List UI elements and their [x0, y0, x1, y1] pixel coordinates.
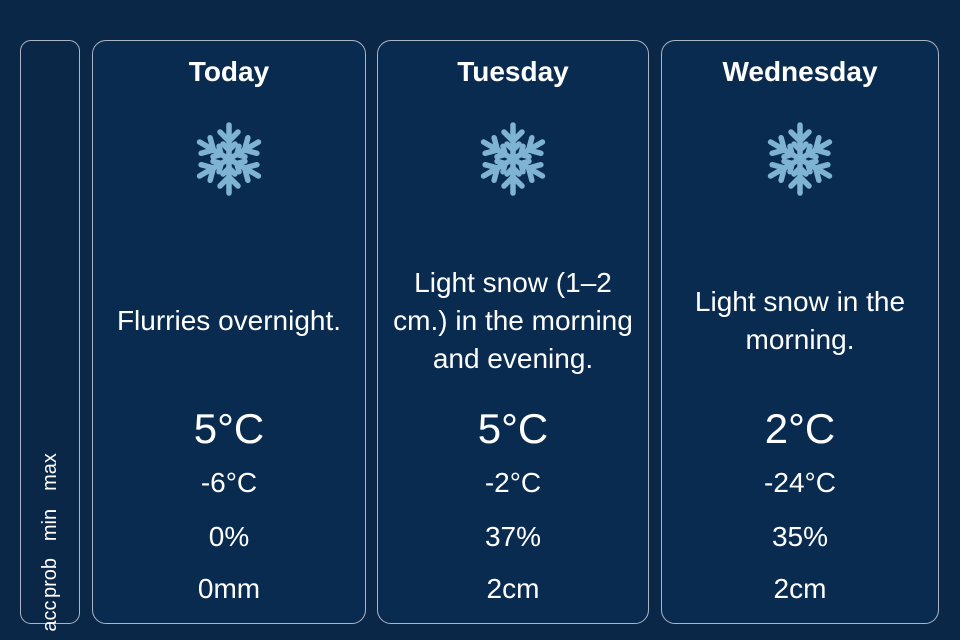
- day-card-tuesday: Tuesday Light snow (1–2 cm.) in the morn…: [377, 40, 649, 624]
- min-temperature: -2°C: [484, 467, 542, 498]
- max-temperature: 5°C: [193, 405, 265, 452]
- snowflake-icon: [189, 119, 269, 199]
- day-card-wednesday: Wednesday Light snow in the morning. 2°C…: [661, 40, 939, 624]
- min-temperature: -6°C: [200, 467, 258, 498]
- day-title: Tuesday: [457, 56, 569, 87]
- snowflake-icon: [473, 119, 553, 199]
- precipitation-probability: 35%: [771, 521, 829, 552]
- row-label-acc: acc: [39, 600, 61, 632]
- weather-forecast-widget: { "row_labels": { "max": "max", "min": "…: [0, 0, 960, 640]
- row-label-max: max: [39, 453, 61, 491]
- day-title: Wednesday: [722, 56, 878, 87]
- min-temperature: -24°C: [764, 467, 836, 498]
- precipitation-accumulation: 2cm: [773, 573, 827, 604]
- snowflake-icon: [760, 119, 840, 199]
- precipitation-probability: 37%: [484, 521, 542, 552]
- precipitation-probability: 0%: [208, 521, 250, 552]
- day-card-today: Today Flurries overnight. 5°C -6°C 0% 0m…: [92, 40, 366, 624]
- day-title: Today: [188, 56, 270, 87]
- row-label-min: min: [39, 508, 61, 542]
- forecast-description: Light snow in the morning.: [694, 286, 906, 355]
- forecast-description: Flurries overnight.: [116, 305, 342, 336]
- max-temperature: 2°C: [764, 405, 836, 452]
- forecast-description: Light snow (1–2 cm.) in the morning and …: [393, 267, 633, 374]
- row-label-prob: prob: [39, 557, 61, 599]
- precipitation-accumulation: 0mm: [197, 573, 261, 604]
- row-labels-column: max min prob acc: [20, 40, 80, 632]
- max-temperature: 5°C: [477, 405, 549, 452]
- precipitation-accumulation: 2cm: [486, 573, 540, 604]
